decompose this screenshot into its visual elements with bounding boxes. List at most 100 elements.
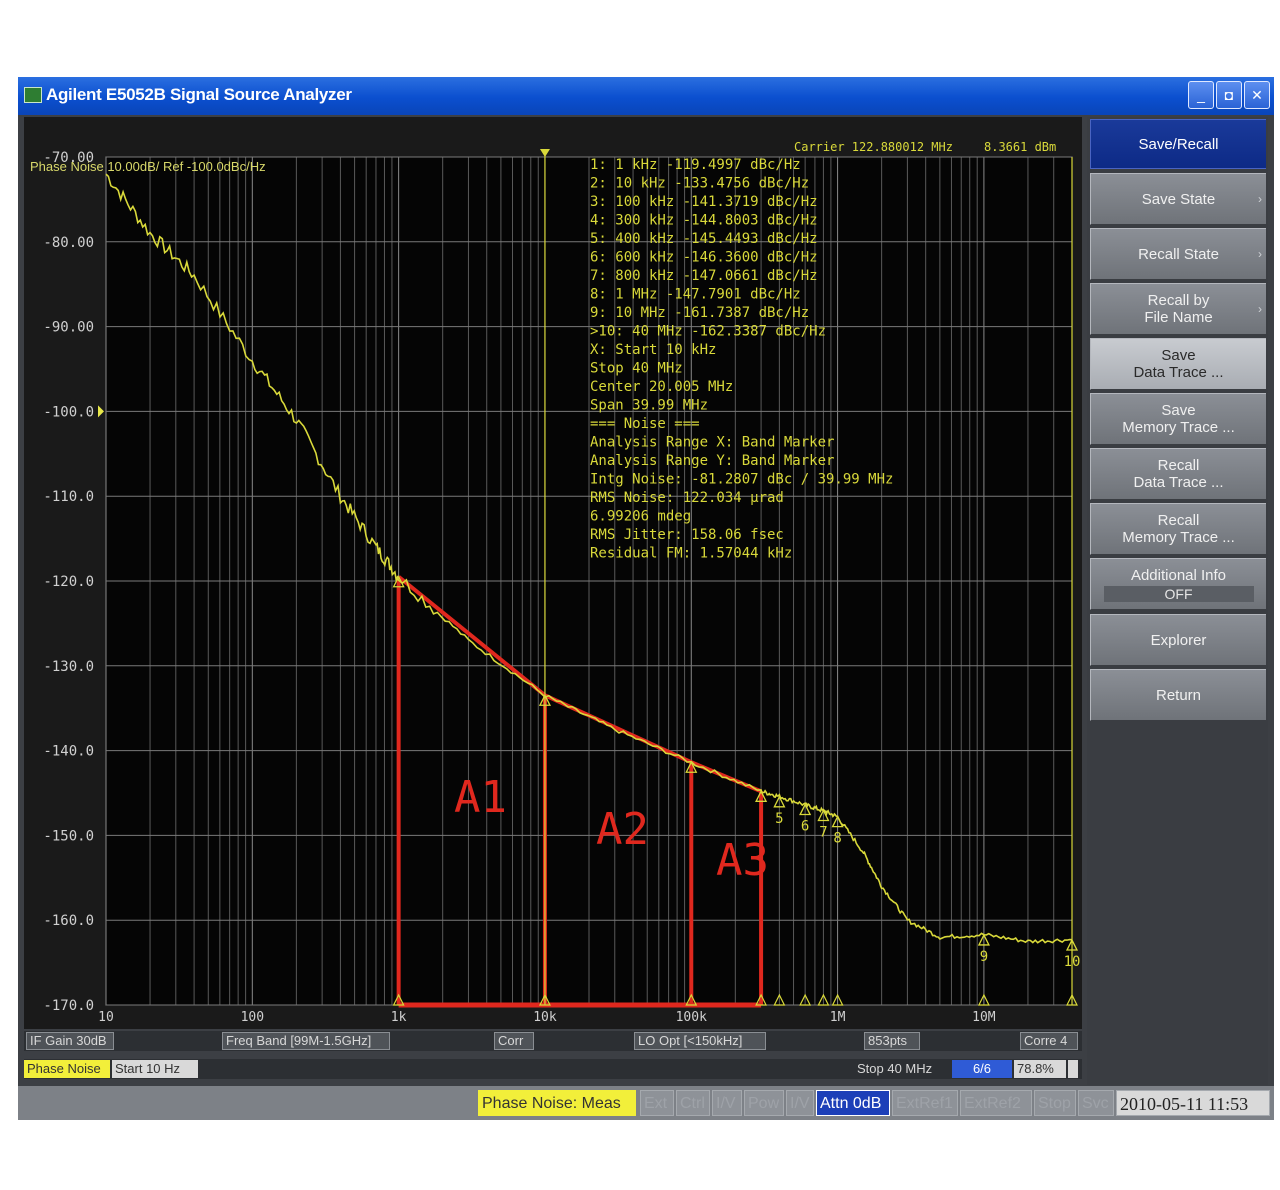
freq-band[interactable]: Freq Band [99M-1.5GHz] xyxy=(222,1032,390,1050)
ext-indicator: Ext xyxy=(640,1090,674,1116)
restore-button[interactable]: ◘ xyxy=(1216,81,1242,109)
softkey-save-state[interactable]: Save State › xyxy=(1090,173,1266,225)
area-label-a1: A1 xyxy=(454,772,507,823)
plot-svg: -70.00-80.00-90.00-100.0-110.0-120.0-130… xyxy=(43,140,1080,1025)
y-tick-label: -110.0 xyxy=(43,489,94,505)
plot-header: Phase Noise 10.00dB/ Ref -100.0dBc/Hz xyxy=(30,159,266,174)
minimize-button[interactable]: _ xyxy=(1188,81,1214,109)
marker-table-line: 1: 1 kHz -119.4997 dBc/Hz xyxy=(590,157,801,173)
carrier-label: Carrier 122.880012 MHz xyxy=(794,140,953,154)
softkey-label: Recall State xyxy=(1138,245,1219,263)
if-gain[interactable]: IF Gain 30dB xyxy=(26,1032,114,1050)
app-icon xyxy=(24,87,42,103)
softkey-save[interactable]: Save Memory Trace ... xyxy=(1090,393,1266,445)
softkey-recall-state[interactable]: Recall State › xyxy=(1090,228,1266,280)
chevron-right-icon: › xyxy=(1258,247,1262,261)
softkey-label: Return xyxy=(1155,686,1202,704)
marker-label: 9 xyxy=(980,949,988,965)
progress-percent: 78.8% xyxy=(1014,1060,1066,1078)
softkey-label: Recall xyxy=(1157,512,1200,529)
status-bar-sweep: Phase Noise Start 10 Hz Stop 40 MHz 6/6 … xyxy=(24,1059,1082,1079)
close-button[interactable]: ✕ xyxy=(1244,81,1270,109)
ctrl-indicator: Ctrl xyxy=(676,1090,710,1116)
y-tick-label: -130.0 xyxy=(43,659,94,675)
y-tick-label: -100.0 xyxy=(43,404,94,420)
marker-table-line: Analysis Range X: Band Marker xyxy=(590,435,834,451)
softkey-additional-info[interactable]: Additional Info OFF xyxy=(1090,558,1266,610)
marker-table-line: 8: 1 MHz -147.7901 dBc/Hz xyxy=(590,287,801,303)
y-tick-label: -80.00 xyxy=(43,235,94,251)
marker-table-line: 6: 600 kHz -146.3600 dBc/Hz xyxy=(590,250,818,266)
lo-opt[interactable]: LO Opt [<150kHz] xyxy=(634,1032,766,1050)
marker-label: 5 xyxy=(775,811,783,827)
softkey-label: Additional Info xyxy=(1130,566,1227,584)
softkey-save[interactable]: Save Data Trace ... xyxy=(1090,338,1266,390)
y-tick-label: -140.0 xyxy=(43,744,94,760)
marker-table-line: Analysis Range Y: Band Marker xyxy=(590,453,834,469)
carrier-power: 8.3661 dBm xyxy=(984,140,1056,154)
phase-noise-meas: Phase Noise: Meas xyxy=(478,1090,636,1116)
softkey-recall-by[interactable]: Recall by File Name › xyxy=(1090,283,1266,335)
marker-table-line: Center 20.005 MHz xyxy=(590,379,733,395)
corre-indicator[interactable]: Corre 4 xyxy=(1020,1032,1078,1050)
marker-table-line: 2: 10 kHz -133.4756 dBc/Hz xyxy=(590,176,809,192)
softkey-label: File Name xyxy=(1144,309,1213,326)
softkey-label: Save xyxy=(1161,347,1196,364)
marker-table-line: >10: 40 MHz -162.3387 dBc/Hz xyxy=(590,324,826,340)
softkey-label: Save State xyxy=(1141,190,1216,208)
softkey-explorer[interactable]: Explorer xyxy=(1090,614,1266,666)
marker-table-line: Intg Noise: -81.2807 dBc / 39.99 MHz xyxy=(590,472,893,488)
softkey-label: Data Trace ... xyxy=(1133,474,1224,491)
softkey-label: Save xyxy=(1161,402,1196,419)
attn-indicator: Attn 0dB xyxy=(816,1090,890,1116)
softkey-recall[interactable]: Recall Memory Trace ... xyxy=(1090,503,1266,555)
softkey-value: OFF xyxy=(1103,585,1254,602)
y-tick-label: -150.0 xyxy=(43,828,94,844)
softkey-label: Data Trace ... xyxy=(1133,364,1224,381)
y-tick-labels: -70.00-80.00-90.00-100.0-110.0-120.0-130… xyxy=(43,150,104,1014)
meas-type[interactable]: Phase Noise xyxy=(24,1060,110,1078)
marker-table-line: Stop 40 MHz xyxy=(590,361,683,377)
svc-indicator: Svc xyxy=(1078,1090,1114,1116)
softkey-recall[interactable]: Recall Data Trace ... xyxy=(1090,448,1266,500)
chevron-right-icon: › xyxy=(1258,302,1262,316)
start-freq[interactable]: Start 10 Hz xyxy=(112,1060,198,1078)
pow-indicator: Pow xyxy=(744,1090,784,1116)
marker-table-line: X: Start 10 kHz xyxy=(590,342,716,358)
status-bar-settings: IF Gain 30dB Freq Band [99M-1.5GHz] Corr… xyxy=(24,1031,1082,1051)
y-tick-label: -160.0 xyxy=(43,913,94,929)
points-count[interactable]: 853pts xyxy=(864,1032,920,1050)
progress-end xyxy=(1068,1060,1078,1078)
corr-indicator[interactable]: Corr xyxy=(494,1032,534,1050)
extref2-indicator: ExtRef2 xyxy=(960,1090,1032,1116)
sweep-count: 6/6 xyxy=(952,1060,1012,1078)
marker-table-line: 9: 10 MHz -161.7387 dBc/Hz xyxy=(590,305,809,321)
softkey-label: Save/Recall xyxy=(1138,135,1219,153)
softkey-label: Memory Trace ... xyxy=(1122,529,1235,546)
marker-table-line: Residual FM: 1.57044 kHz xyxy=(590,546,792,562)
x-tick-label: 100 xyxy=(241,1010,264,1025)
softkey-label: Recall by xyxy=(1147,292,1210,309)
x-tick-label: 10k xyxy=(533,1010,557,1025)
ref-level-arrow xyxy=(98,405,104,418)
softkey-label: Memory Trace ... xyxy=(1122,419,1235,436)
chevron-right-icon: › xyxy=(1258,192,1262,206)
analyzer-window: Agilent E5052B Signal Source Analyzer _ … xyxy=(18,77,1274,1120)
area-label-a3: A3 xyxy=(716,835,769,886)
phase-noise-plot[interactable]: -70.00 -80.00 -90.00 -100.0 -110.0 -120.0 -130… xyxy=(24,117,1082,1029)
x-tick-labels: 10 100 1k 10k 100k 1M 10M xyxy=(98,1010,996,1025)
x-tick-label: 10M xyxy=(972,1010,996,1025)
band-marker-start-flag xyxy=(539,149,550,157)
y-tick-label: -120.0 xyxy=(43,574,94,590)
softkey-return[interactable]: Return xyxy=(1090,669,1266,721)
marker-table-line: 4: 300 kHz -144.8003 dBc/Hz xyxy=(590,213,818,229)
softkey-label: Explorer xyxy=(1150,631,1207,649)
iv-indicator-2: I/V xyxy=(786,1090,814,1116)
stop-freq[interactable]: Stop 40 MHz xyxy=(854,1060,950,1078)
marker-table-line: 7: 800 kHz -147.0661 dBc/Hz xyxy=(590,268,818,284)
area-label-a2: A2 xyxy=(596,804,649,855)
stop-indicator: Stop xyxy=(1034,1090,1076,1116)
softkey-save-recall[interactable]: Save/Recall xyxy=(1090,119,1266,169)
marker-label: 6 xyxy=(801,819,809,835)
marker-label: 7 xyxy=(819,825,827,841)
